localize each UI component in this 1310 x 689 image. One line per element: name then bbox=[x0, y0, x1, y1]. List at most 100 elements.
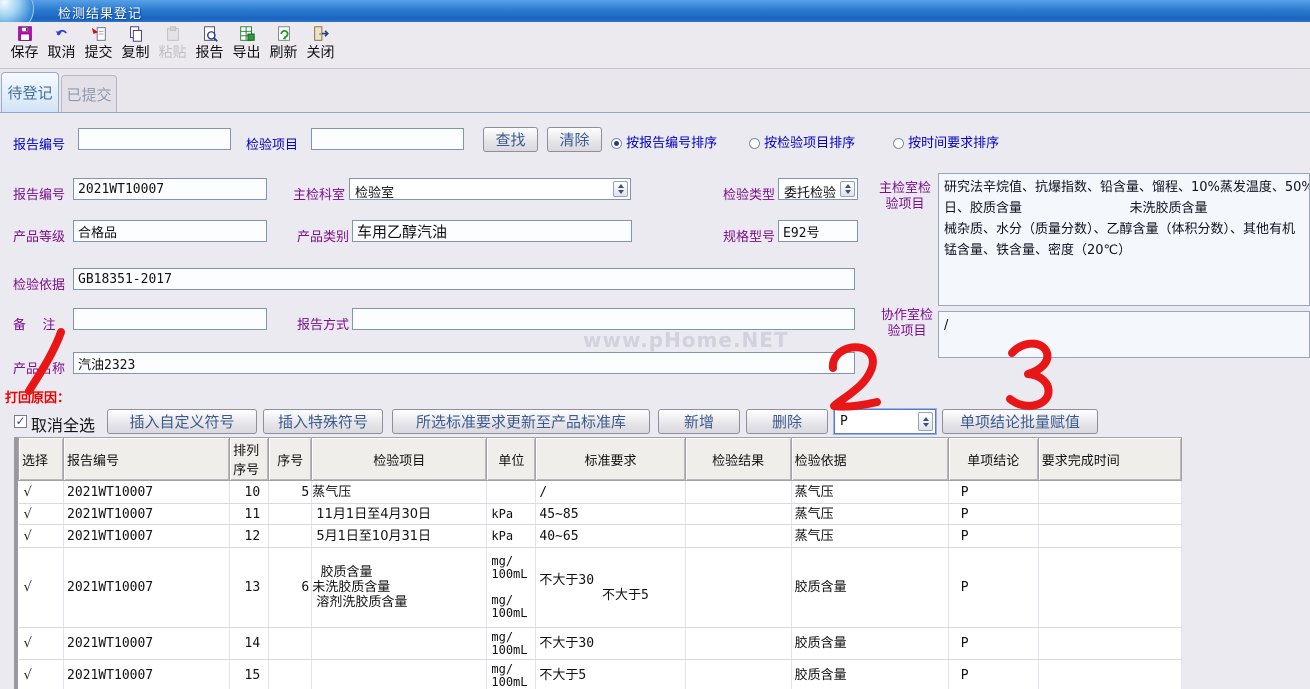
add-button[interactable]: 新增 bbox=[658, 409, 740, 434]
cell-sort-no[interactable]: 12 bbox=[230, 525, 269, 548]
cell-standard[interactable]: 不大于30 不大于5 bbox=[536, 548, 685, 628]
cell-seq[interactable] bbox=[269, 504, 312, 525]
cell-basis[interactable]: 胶质含量 bbox=[791, 660, 948, 689]
cell-due[interactable] bbox=[1038, 504, 1181, 525]
cell-item[interactable] bbox=[312, 628, 487, 660]
cell-standard[interactable]: 45~85 bbox=[536, 504, 685, 525]
cell-seq[interactable] bbox=[269, 660, 312, 689]
export-button[interactable]: 导出 bbox=[228, 25, 265, 67]
cell-item[interactable]: 蒸气压 bbox=[312, 481, 487, 504]
remark-input[interactable] bbox=[73, 308, 267, 330]
cell-due[interactable] bbox=[1038, 660, 1181, 689]
cell-basis[interactable]: 蒸气压 bbox=[791, 525, 948, 548]
cell-conclusion[interactable]: P bbox=[948, 628, 1038, 660]
cell-standard[interactable]: / bbox=[536, 481, 685, 504]
conclusion-combo[interactable]: P bbox=[834, 409, 936, 434]
product-category-input[interactable] bbox=[352, 220, 632, 242]
cell-standard[interactable]: 40~65 bbox=[536, 525, 685, 548]
cell-basis[interactable]: 蒸气压 bbox=[791, 481, 948, 504]
refresh-button[interactable]: 刷新 bbox=[265, 25, 302, 67]
cell-item[interactable]: 11月1日至4月30日 bbox=[312, 504, 487, 525]
main-items-panel[interactable]: 研究法辛烷值、抗爆指数、铅含量、馏程、10%蒸发温度、50%蒸 日、胶质含量 未… bbox=[938, 173, 1310, 306]
cell-seq[interactable]: 6 bbox=[269, 548, 312, 628]
cell-seq[interactable] bbox=[269, 525, 312, 548]
cell-sort-no[interactable]: 10 bbox=[230, 481, 269, 504]
cell-item[interactable] bbox=[312, 660, 487, 689]
cell-select[interactable]: √ bbox=[19, 525, 64, 548]
cell-result[interactable] bbox=[685, 504, 791, 525]
batch-assign-button[interactable]: 单项结论批量赋值 bbox=[942, 409, 1098, 434]
product-grade-input[interactable] bbox=[73, 220, 267, 242]
cell-result[interactable] bbox=[685, 628, 791, 660]
cell-result[interactable] bbox=[685, 660, 791, 689]
report-button[interactable]: 报告 bbox=[191, 25, 228, 67]
cell-basis[interactable]: 胶质含量 bbox=[791, 548, 948, 628]
cell-basis[interactable]: 蒸气压 bbox=[791, 504, 948, 525]
sort-by-report-radio[interactable]: 按报告编号排序 bbox=[611, 132, 717, 151]
tab-pending[interactable]: 待登记 bbox=[1, 72, 59, 112]
cell-due[interactable] bbox=[1038, 481, 1181, 504]
coop-items-panel[interactable]: / bbox=[938, 311, 1310, 358]
cell-result[interactable] bbox=[685, 525, 791, 548]
cell-due[interactable] bbox=[1038, 525, 1181, 548]
submit-button[interactable]: 提交 bbox=[80, 25, 117, 67]
cell-unit[interactable]: mg/ 100mL bbox=[487, 660, 536, 689]
save-button[interactable]: 保存 bbox=[6, 25, 43, 67]
cancel-button[interactable]: 取消 bbox=[43, 25, 80, 67]
main-dept-combo[interactable]: 检验室 bbox=[349, 178, 631, 200]
cell-item[interactable]: 胶质含量 未洗胶质含量 溶剂洗胶质含量 bbox=[312, 548, 487, 628]
test-type-combo[interactable]: 委托检验 bbox=[778, 178, 858, 200]
cell-report-no[interactable]: 2021WT10007 bbox=[64, 660, 230, 689]
report-method-input[interactable] bbox=[352, 308, 855, 330]
report-no-input[interactable] bbox=[73, 178, 267, 200]
cell-report-no[interactable]: 2021WT10007 bbox=[64, 548, 230, 628]
spinner-icon[interactable] bbox=[918, 412, 933, 431]
cell-conclusion[interactable]: P bbox=[948, 481, 1038, 504]
search-report-no-input[interactable] bbox=[78, 128, 231, 150]
cell-unit[interactable]: kPa bbox=[487, 525, 536, 548]
cell-select[interactable]: √ bbox=[19, 628, 64, 660]
cell-unit[interactable]: mg/ 100mL mg/ 100mL bbox=[487, 548, 536, 628]
sort-by-item-radio[interactable]: 按检验项目排序 bbox=[749, 132, 855, 151]
cell-sort-no[interactable]: 11 bbox=[230, 504, 269, 525]
cell-unit[interactable] bbox=[487, 481, 536, 504]
product-name-input[interactable] bbox=[73, 352, 855, 374]
test-basis-input[interactable] bbox=[73, 268, 855, 290]
copy-button[interactable]: 复制 bbox=[117, 25, 154, 67]
cell-report-no[interactable]: 2021WT10007 bbox=[64, 504, 230, 525]
spinner-icon[interactable] bbox=[613, 181, 628, 197]
spinner-icon[interactable] bbox=[840, 181, 855, 197]
cell-standard[interactable]: 不大于30 bbox=[536, 628, 685, 660]
cell-select[interactable]: √ bbox=[19, 548, 64, 628]
cell-seq[interactable]: 5 bbox=[269, 481, 312, 504]
cell-sort-no[interactable]: 13 bbox=[230, 548, 269, 628]
spec-model-input[interactable] bbox=[778, 220, 858, 242]
uncheck-all-checkbox[interactable] bbox=[14, 415, 27, 428]
cell-select[interactable]: √ bbox=[19, 481, 64, 504]
sort-by-time-radio[interactable]: 按时间要求排序 bbox=[893, 132, 999, 151]
cell-conclusion[interactable]: P bbox=[948, 548, 1038, 628]
delete-button[interactable]: 删除 bbox=[746, 409, 828, 434]
insert-special-symbol-button[interactable]: 插入特殊符号 bbox=[263, 409, 383, 434]
cell-select[interactable]: √ bbox=[19, 660, 64, 689]
cell-standard[interactable]: 不大于5 bbox=[536, 660, 685, 689]
cell-conclusion[interactable]: P bbox=[948, 504, 1038, 525]
search-item-input[interactable] bbox=[311, 128, 464, 150]
cell-unit[interactable]: mg/ 100mL bbox=[487, 628, 536, 660]
cell-select[interactable]: √ bbox=[19, 504, 64, 525]
cell-report-no[interactable]: 2021WT10007 bbox=[64, 481, 230, 504]
clear-button[interactable]: 清除 bbox=[547, 127, 602, 152]
cell-result[interactable] bbox=[685, 481, 791, 504]
insert-custom-symbol-button[interactable]: 插入自定义符号 bbox=[107, 409, 257, 434]
cell-report-no[interactable]: 2021WT10007 bbox=[64, 525, 230, 548]
cell-seq[interactable] bbox=[269, 628, 312, 660]
cell-basis[interactable]: 胶质含量 bbox=[791, 628, 948, 660]
cell-sort-no[interactable]: 15 bbox=[230, 660, 269, 689]
close-button[interactable]: 关闭 bbox=[302, 25, 339, 67]
cell-item[interactable]: 5月1日至10月31日 bbox=[312, 525, 487, 548]
tab-submitted[interactable]: 已提交 bbox=[61, 75, 117, 112]
cell-conclusion[interactable]: P bbox=[948, 660, 1038, 689]
cell-sort-no[interactable]: 14 bbox=[230, 628, 269, 660]
paste-button[interactable]: 粘贴 bbox=[154, 25, 191, 67]
find-button[interactable]: 查找 bbox=[483, 127, 538, 152]
